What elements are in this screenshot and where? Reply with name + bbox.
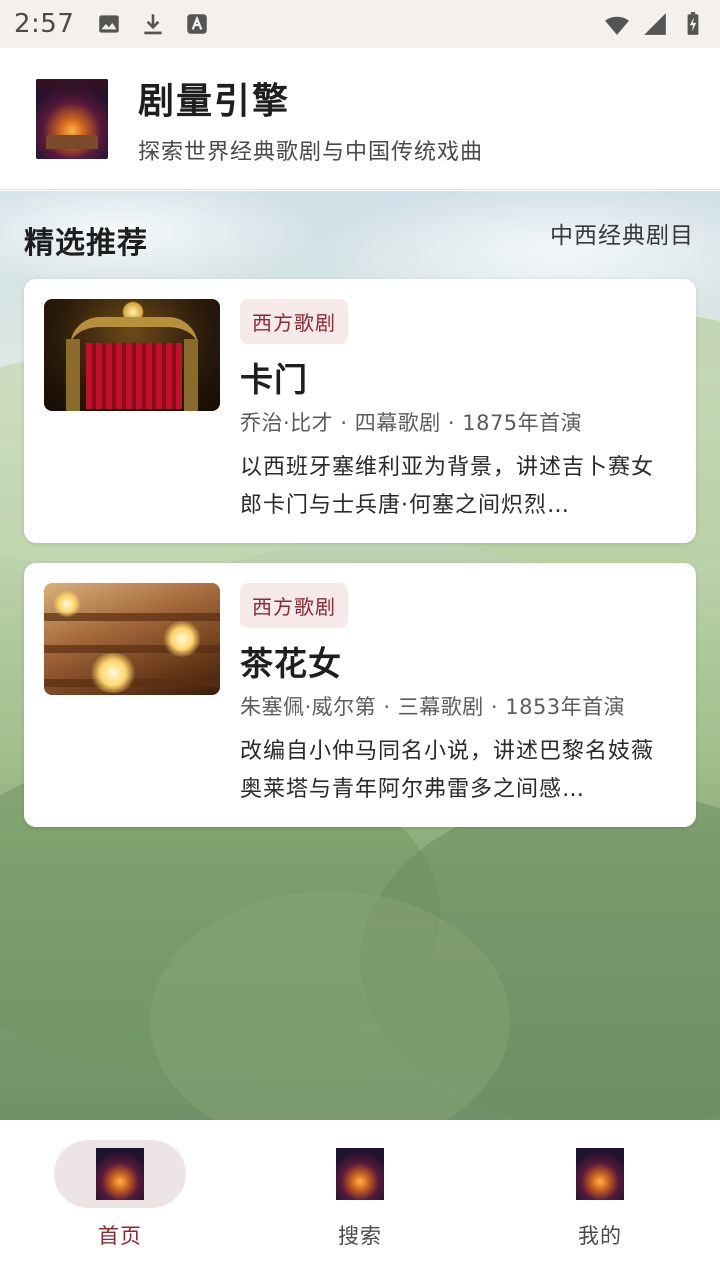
opera-card-la-traviata[interactable]: 西方歌剧 茶花女 朱塞佩·威尔第 · 三幕歌剧 · 1853年首演 改编自小仲马… [24,563,696,827]
opera-stage-logo-icon [36,78,108,159]
header-text: 剧量引擎 探索世界经典歌剧与中国传统戏曲 [138,72,483,166]
bottom-navigation: 首页 搜索 我的 [0,1120,720,1280]
app-title: 剧量引擎 [138,80,291,122]
image-icon [99,15,120,33]
nav-item-profile[interactable]: 我的 [480,1120,720,1280]
card-description: 改编自小仲马同名小说，讲述巴黎名妓薇奥莱塔与青年阿尔弗雷多之间感… [240,739,655,802]
card-title: 卡门 [240,360,308,399]
text-a-icon [187,14,208,34]
category-tag: 西方歌剧 [240,583,348,628]
app-header: 剧量引擎 探索世界经典歌剧与中国传统戏曲 [0,48,720,190]
nav-item-search[interactable]: 搜索 [240,1120,480,1280]
section-subtitle[interactable]: 中西经典剧目 [550,216,694,250]
card-meta: 朱塞佩·威尔第 · 三幕歌剧 · 1853年首演 [240,695,626,719]
nav-label: 首页 [98,1224,142,1248]
notification-icons [96,11,210,37]
search-icon [336,1148,384,1200]
card-title: 茶花女 [240,644,342,683]
profile-icon [576,1148,624,1200]
card-image [44,583,220,695]
category-tag: 西方歌剧 [240,299,348,344]
system-icons [604,11,706,37]
signal-icon [644,13,666,35]
home-icon [96,1148,144,1200]
opera-card-carmen[interactable]: 西方歌剧 卡门 乔治·比才 · 四幕歌剧 · 1875年首演 以西班牙塞维利亚为… [24,279,696,543]
app-subtitle: 探索世界经典歌剧与中国传统戏曲 [138,139,484,165]
download-icon [144,14,163,35]
nav-item-home[interactable]: 首页 [0,1120,240,1280]
battery-icon [687,12,699,35]
nav-label: 搜索 [338,1224,382,1248]
section-title: 精选推荐 [24,226,148,261]
nav-label: 我的 [578,1224,622,1248]
status-time: 2:57 [14,9,75,39]
status-bar: 2:57 [0,0,720,48]
wifi-icon [605,16,629,35]
card-image [44,299,220,411]
card-description: 以西班牙塞维利亚为背景，讲述吉卜赛女郎卡门与士兵唐·何塞之间炽烈… [240,455,655,518]
card-meta: 乔治·比才 · 四幕歌剧 · 1875年首演 [240,411,583,435]
